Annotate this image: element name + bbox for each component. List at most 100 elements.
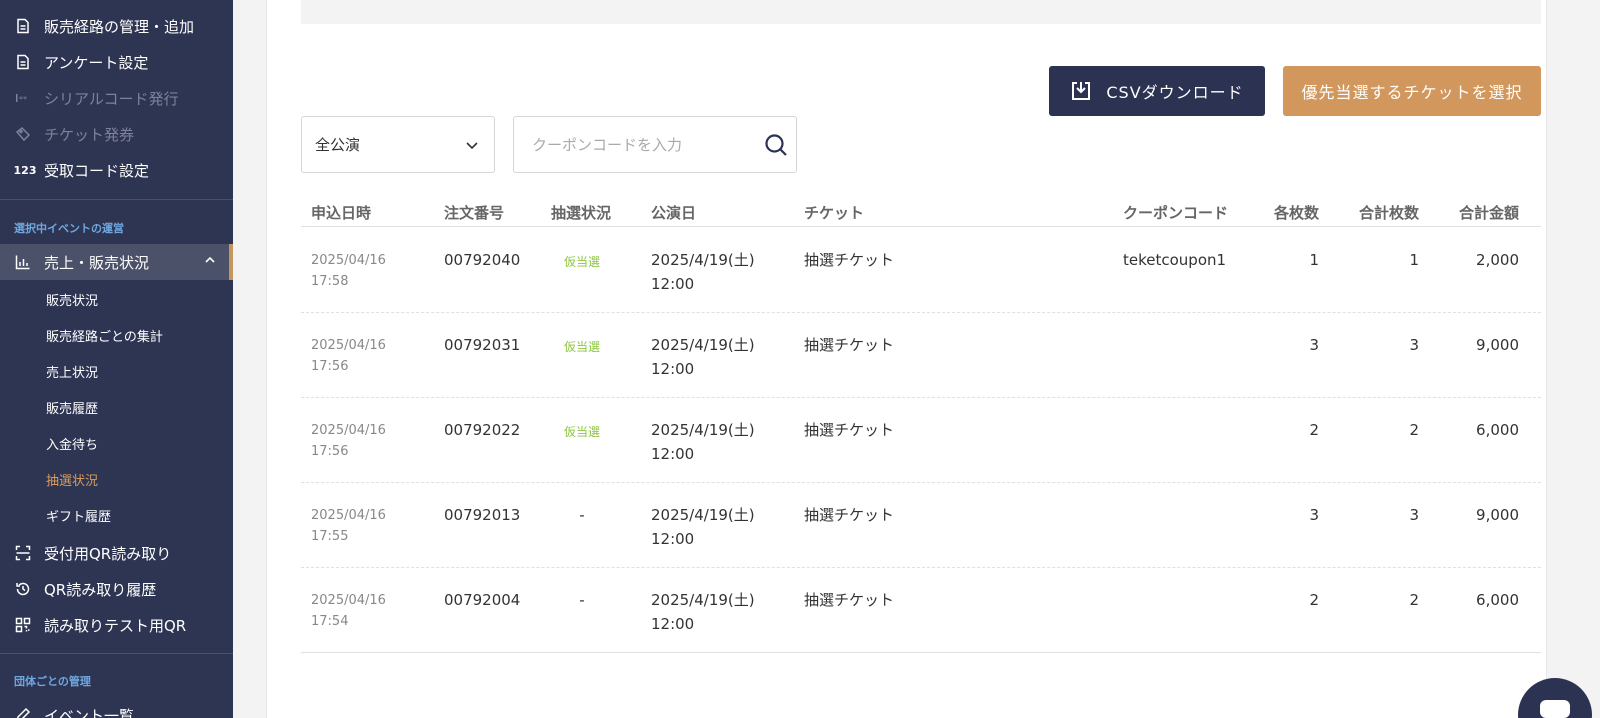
performance-select[interactable]: 全公演 xyxy=(301,116,495,173)
sidebar-item-qr-history[interactable]: QR読み取り履歴 xyxy=(0,574,233,604)
apply-datetime: 2025/04/16 17:55 xyxy=(311,508,386,544)
apply-datetime: 2025/04/16 17:56 xyxy=(311,338,386,374)
bar-chart-icon xyxy=(14,253,32,271)
order-number: 00792013 xyxy=(444,506,521,524)
sidebar-item-label: 受付用QR読み取り xyxy=(44,544,172,563)
sidebar-item-qr-scan[interactable]: 受付用QR読み取り xyxy=(0,538,233,568)
column-header: 合計枚数 xyxy=(1358,204,1419,222)
column-header: クーポンコード xyxy=(1123,204,1229,222)
coupon-search xyxy=(513,116,797,173)
sidebar-item-survey[interactable]: アンケート設定 xyxy=(0,47,233,77)
sidebar-sub-item[interactable]: 販売履歴 xyxy=(46,398,98,417)
lottery-status: 仮当選 xyxy=(563,425,600,439)
sidebar-item-test-qr[interactable]: 読み取りテスト用QR xyxy=(0,610,233,640)
order-number: 00792040 xyxy=(444,251,521,269)
table-row: 2025/04/16 17:55 00792013 - 2025/4/19(土) 1… xyxy=(301,483,1541,568)
coupon-code: teketcoupon1 xyxy=(1123,251,1227,269)
section-label-org: 団体ごとの管理 xyxy=(14,675,91,688)
performance-date: 2025/4/19(土) 12:00 xyxy=(651,251,755,293)
sidebar-sub-item-current[interactable]: 抽選状況 xyxy=(46,470,98,489)
order-number: 00792022 xyxy=(444,421,521,439)
column-header: チケット xyxy=(804,204,865,222)
qr-scan-icon xyxy=(14,544,32,562)
total-amount: 9,000 xyxy=(1476,506,1519,524)
column-header: 各枚数 xyxy=(1273,204,1319,222)
total-amount: 2,000 xyxy=(1476,251,1519,269)
column-header: 合計金額 xyxy=(1458,204,1519,222)
total-count: 1 xyxy=(1409,251,1419,269)
performance-select-value: 全公演 xyxy=(315,136,361,154)
sidebar-divider xyxy=(0,199,233,200)
sidebar-item-label: イベント一覧 xyxy=(44,706,135,718)
document-icon xyxy=(14,17,32,35)
top-strip xyxy=(301,0,1541,24)
sidebar-sub-item[interactable]: 販売経路ごとの集計 xyxy=(46,326,163,345)
performance-date: 2025/4/19(土) 12:00 xyxy=(651,421,755,463)
sidebar-item-receipt-code[interactable]: 123 受取コード設定 xyxy=(0,155,233,185)
sidebar-item-ticket-issue[interactable]: チケット発券 xyxy=(0,119,233,149)
table-row: 2025/04/16 17:58 00792040 仮当選 2025/4/19(土… xyxy=(301,228,1541,313)
lottery-status: - xyxy=(579,506,585,524)
sidebar-item-label: 売上・販売状況 xyxy=(44,253,150,272)
each-count: 3 xyxy=(1309,336,1319,354)
sidebar-item-label: 販売経路の管理・追加 xyxy=(44,17,195,36)
chevron-down-icon xyxy=(466,142,478,150)
total-count: 2 xyxy=(1409,591,1419,609)
lottery-status: 仮当選 xyxy=(563,255,600,269)
sidebar-sub-item[interactable]: 売上状況 xyxy=(46,362,98,381)
sidebar-sub-item[interactable]: 入金待ち xyxy=(46,434,98,453)
performance-date: 2025/4/19(土) 12:00 xyxy=(651,591,755,633)
performance-date: 2025/4/19(土) 12:00 xyxy=(651,506,755,548)
chevron-up-icon[interactable] xyxy=(203,253,217,267)
document-icon xyxy=(14,53,32,71)
csv-download-button[interactable]: CSVダウンロード xyxy=(1049,66,1265,116)
sidebar-item-label: シリアルコード発行 xyxy=(44,89,179,108)
ticket-name: 抽選チケット xyxy=(804,506,895,524)
total-count: 3 xyxy=(1409,336,1419,354)
sidebar-divider xyxy=(0,653,233,654)
csv-download-label: CSVダウンロード xyxy=(1106,83,1244,102)
coupon-search-input[interactable] xyxy=(532,134,752,156)
history-icon xyxy=(14,580,32,598)
lottery-status: 仮当選 xyxy=(563,340,600,354)
order-number: 00792031 xyxy=(444,336,521,354)
sidebar-item-label: 読み取りテスト用QR xyxy=(44,616,187,635)
ticket-name: 抽選チケット xyxy=(804,421,895,439)
apply-datetime: 2025/04/16 17:54 xyxy=(311,593,386,629)
number-code-icon: 123 xyxy=(13,163,37,177)
sidebar-item-serial-code[interactable]: ** シリアルコード発行 xyxy=(0,83,233,113)
column-header: 公演日 xyxy=(651,204,697,222)
ticket-name: 抽選チケット xyxy=(804,591,895,609)
sidebar-item-sales-channels[interactable]: 販売経路の管理・追加 xyxy=(0,11,233,41)
table-row: 2025/04/16 17:56 00792022 仮当選 2025/4/19(土… xyxy=(301,398,1541,483)
sidebar: 販売経路の管理・追加 アンケート設定 ** シリアルコード発行 チケット発券 1… xyxy=(0,0,233,718)
sidebar-sub-item[interactable]: ギフト履歴 xyxy=(46,506,111,525)
table-header: 申込日時 注文番号 抽選状況 公演日 チケット クーポンコード 各枚数 合計枚数… xyxy=(301,198,1541,227)
table-row: 2025/04/16 17:54 00792004 - 2025/4/19(土) 1… xyxy=(301,568,1541,653)
apply-datetime: 2025/04/16 17:56 xyxy=(311,423,386,459)
total-amount: 6,000 xyxy=(1476,591,1519,609)
sidebar-sub-item[interactable]: 販売状況 xyxy=(46,290,98,309)
priority-ticket-label: 優先当選するチケットを選択 xyxy=(1301,83,1523,102)
priority-ticket-button[interactable]: 優先当選するチケットを選択 xyxy=(1283,66,1541,116)
svg-text:**: ** xyxy=(19,95,27,104)
ticket-name: 抽選チケット xyxy=(804,251,895,269)
sidebar-item-event-list[interactable]: イベント一覧 xyxy=(0,700,233,718)
sidebar-item-sales-status[interactable]: 売上・販売状況 xyxy=(0,244,233,280)
total-count: 2 xyxy=(1409,421,1419,439)
lottery-status: - xyxy=(579,591,585,609)
search-icon[interactable] xyxy=(764,133,788,157)
ticket-icon xyxy=(14,125,32,143)
each-count: 2 xyxy=(1309,591,1319,609)
sidebar-item-label: QR読み取り履歴 xyxy=(44,580,157,599)
chat-bubble-icon xyxy=(1540,700,1570,718)
pencil-icon xyxy=(14,706,32,718)
order-number: 00792004 xyxy=(444,591,521,609)
section-label-event: 選択中イベントの運営 xyxy=(14,222,124,235)
sidebar-item-label: チケット発券 xyxy=(44,125,135,144)
each-count: 1 xyxy=(1309,251,1319,269)
each-count: 3 xyxy=(1309,506,1319,524)
ticket-name: 抽選チケット xyxy=(804,336,895,354)
performance-date: 2025/4/19(土) 12:00 xyxy=(651,336,755,378)
total-amount: 6,000 xyxy=(1476,421,1519,439)
